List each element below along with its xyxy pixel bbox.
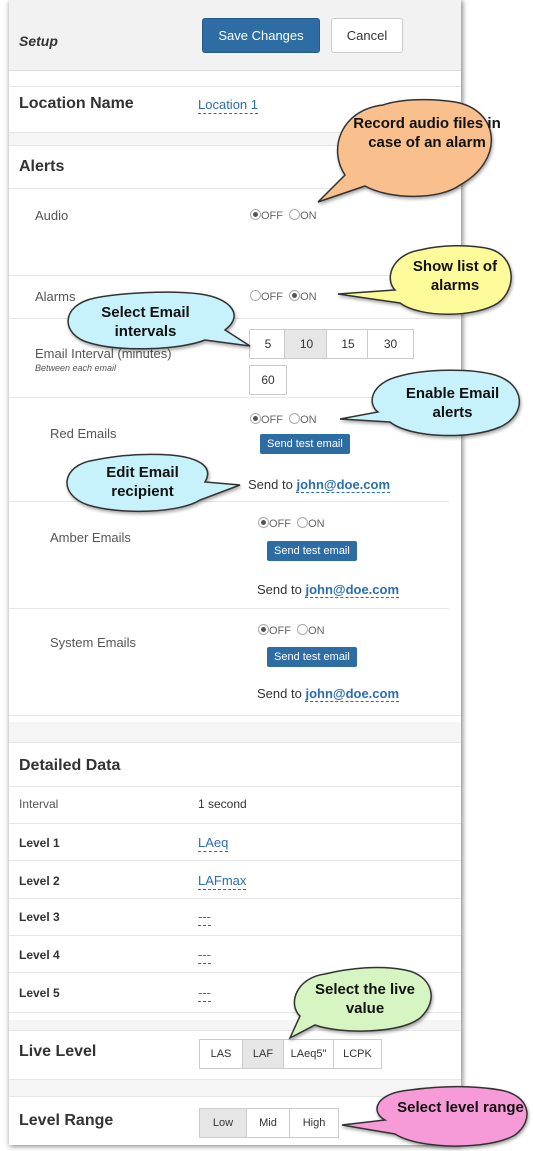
- email-intervals-callout-text: Select Email intervals: [101, 304, 190, 340]
- live-value-callout-text: Select the live value: [314, 981, 416, 1017]
- enable-email-callout-text: Enable Email alerts: [405, 385, 500, 421]
- edit-recipient-callout-text: Edit Email recipient: [106, 464, 179, 500]
- record-audio-callout-text: Record audio files in case of an alarm: [353, 115, 501, 151]
- level-range-callout-text: Select level range: [397, 1099, 524, 1116]
- callout-layer: [66, 98, 528, 1147]
- show-alarms-callout-text: Show list of alarms: [412, 258, 498, 294]
